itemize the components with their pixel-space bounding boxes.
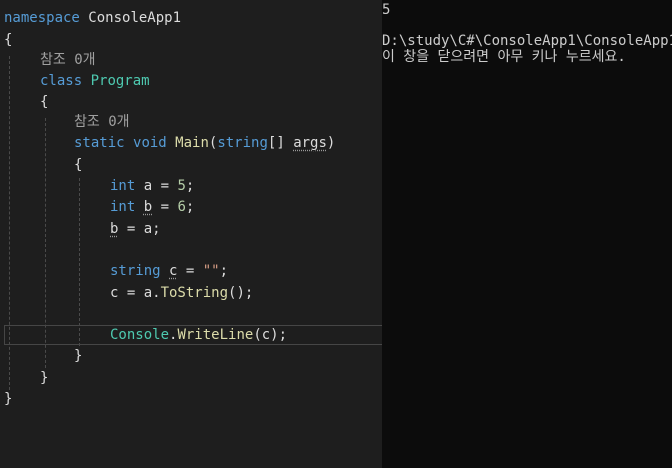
code-line-brace-close-class[interactable]: } <box>40 368 48 389</box>
brace-open-namespace: { <box>4 32 13 48</box>
class-console: Console <box>110 327 170 343</box>
keyword-namespace: namespace <box>4 10 80 26</box>
console-close-prompt: 이 창을 닫으려면 아무 키나 누르세요. <box>382 49 626 65</box>
code-line-int-b[interactable]: int b = 6; <box>110 197 194 218</box>
keyword-class: class <box>40 73 83 89</box>
class-name: Program <box>90 73 150 89</box>
namespace-name: ConsoleApp1 <box>88 10 182 26</box>
semicolon: ; <box>185 199 195 215</box>
paren-close: ) <box>326 135 336 151</box>
number-literal: 5 <box>177 178 186 194</box>
string-literal: "" <box>202 263 220 279</box>
assign-expression: = a; <box>118 221 161 237</box>
code-line-brace-open-ns[interactable]: { <box>4 30 12 51</box>
semicolon: ; <box>185 178 195 194</box>
brace-close-namespace: } <box>4 391 13 407</box>
variable-a: a <box>143 178 153 194</box>
codelens-references-class[interactable]: 참조 0개 <box>40 50 96 71</box>
code-line-namespace[interactable]: namespace ConsoleApp1 <box>4 8 181 29</box>
code-line-brace-open-main[interactable]: { <box>74 155 82 176</box>
semicolon: ; <box>219 263 229 279</box>
keyword-static: static <box>74 135 125 151</box>
code-line-assign-b[interactable]: b = a; <box>110 219 161 240</box>
codelens-reference-count-main[interactable]: 참조 0개 <box>74 114 130 130</box>
code-line-class[interactable]: class Program <box>40 71 150 92</box>
code-line-console-writeline[interactable]: Console.WriteLine(c); <box>110 325 287 346</box>
code-line-tostring[interactable]: c = a.ToString(); <box>110 283 253 304</box>
keyword-string: string <box>110 263 161 279</box>
code-line-int-a[interactable]: int a = 5; <box>110 176 194 197</box>
keyword-string: string <box>217 135 268 151</box>
assign-prefix: c = a. <box>110 285 161 301</box>
brace-open-main: { <box>74 157 83 173</box>
number-literal: 6 <box>177 199 186 215</box>
method-tostring: ToString <box>160 285 229 301</box>
method-name: Main <box>175 135 209 151</box>
code-line-brace-close-main[interactable]: } <box>74 346 82 367</box>
call-suffix: (); <box>228 285 254 301</box>
parameter-args: args <box>293 135 327 151</box>
call-args: (c); <box>253 327 288 343</box>
keyword-void: void <box>133 135 167 151</box>
keyword-int: int <box>110 178 136 194</box>
method-writeline: WriteLine <box>177 327 254 343</box>
indent-guide-method <box>79 178 80 346</box>
code-line-brace-open-class[interactable]: { <box>40 92 48 113</box>
codelens-reference-count-class[interactable]: 참조 0개 <box>40 52 96 68</box>
brace-open-class: { <box>40 94 49 110</box>
array-brackets: [] <box>267 135 285 151</box>
operator-assign: = <box>152 199 178 215</box>
operator-assign: = <box>177 263 203 279</box>
console-output: 5 <box>382 2 391 18</box>
code-line-brace-close-ns[interactable]: } <box>4 389 12 410</box>
brace-close-class: } <box>40 370 49 386</box>
code-line-string-c[interactable]: string c = ""; <box>110 261 228 282</box>
keyword-int: int <box>110 199 136 215</box>
console-window[interactable]: 5 D:\study\C#\ConsoleApp1\ConsoleApp1\ 이… <box>382 0 672 468</box>
brace-close-main: } <box>74 348 83 364</box>
codelens-references-main[interactable]: 참조 0개 <box>74 112 130 133</box>
code-editor[interactable]: namespace ConsoleApp1 { 참조 0개 class Prog… <box>0 0 382 468</box>
operator-assign: = <box>152 178 178 194</box>
code-line-main-signature[interactable]: static void Main(string[] args) <box>74 133 335 154</box>
variable-b: b <box>143 199 153 215</box>
